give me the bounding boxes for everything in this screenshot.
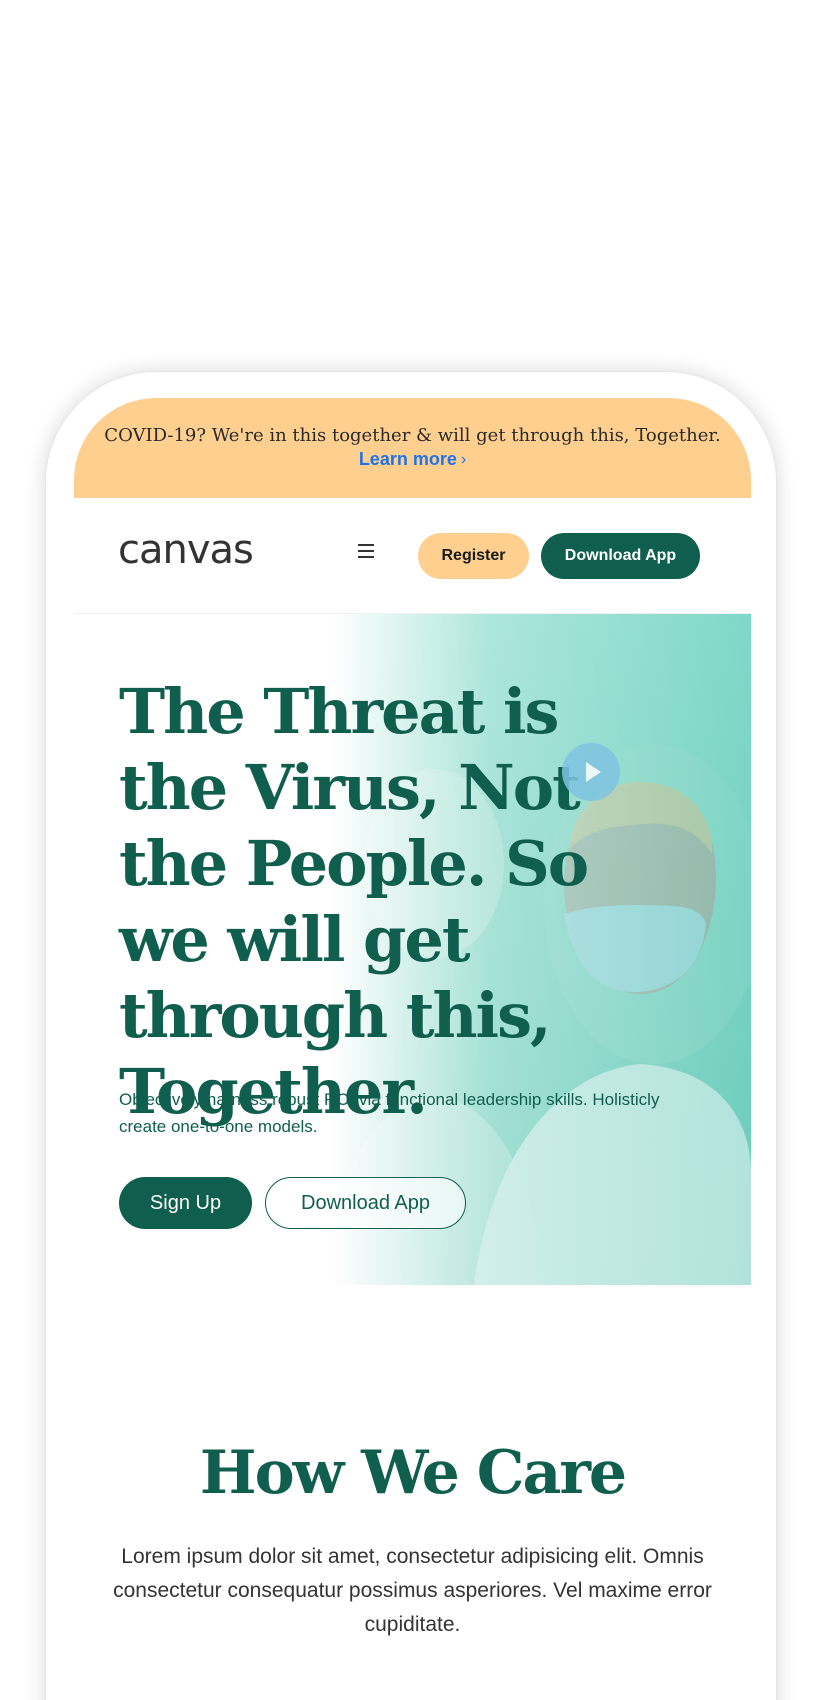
hero-download-app-button[interactable]: Download App [265,1177,466,1229]
sign-up-button[interactable]: Sign Up [119,1177,252,1229]
hero-section: The Threat is the Virus, Not the People.… [74,614,751,1285]
logo[interactable]: canvas [118,530,254,570]
chevron-right-icon: › [460,451,467,468]
site-header: canvas Register Download App [74,498,751,614]
learn-more-label: Learn more [358,449,457,469]
download-app-button[interactable]: Download App [541,533,700,579]
phone-screen: COVID-19? We're in this together & will … [74,398,751,1700]
section-description: Lorem ipsum dolor sit amet, consectetur … [113,1545,712,1636]
announcement-bar: COVID-19? We're in this together & will … [74,398,751,498]
section-title: How We Care [199,1438,627,1508]
hamburger-menu-icon[interactable] [358,544,376,560]
learn-more-link[interactable]: Learn more › [74,449,751,470]
announcement-text: COVID-19? We're in this together & will … [104,425,721,446]
hero-subtitle: Objectively harness robust ROI via funct… [119,1090,660,1136]
register-button[interactable]: Register [418,533,529,579]
play-icon[interactable] [562,743,620,801]
stage: COVID-19? We're in this together & will … [0,0,824,1700]
